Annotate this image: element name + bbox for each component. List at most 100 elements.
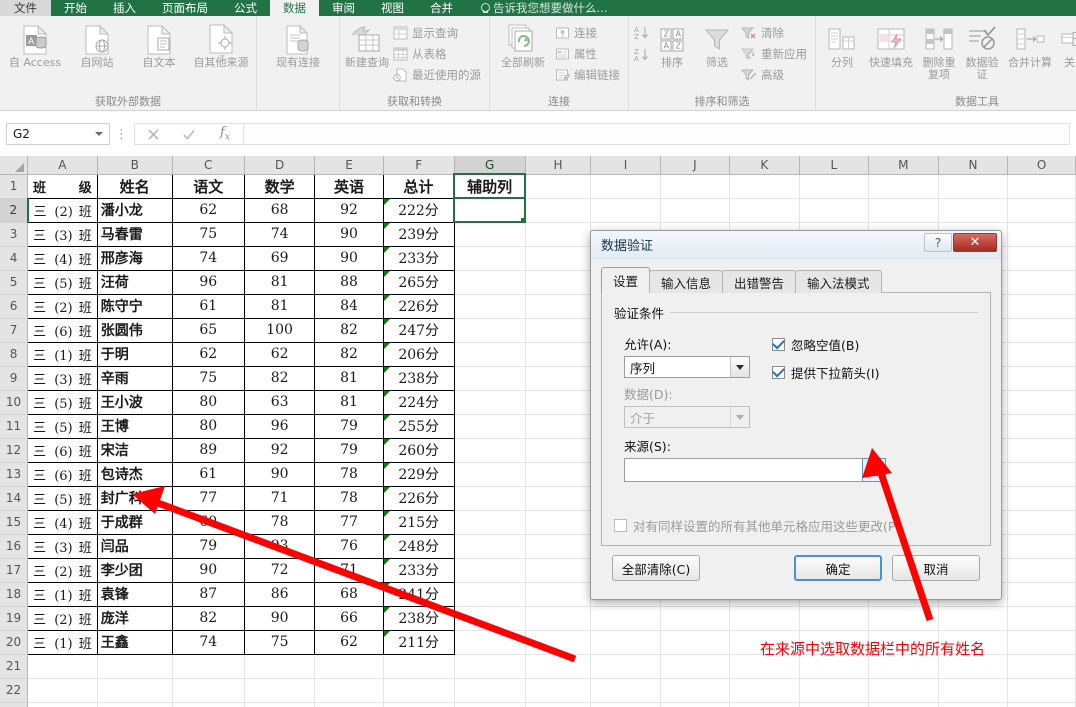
cell-A7[interactable]: 三 (6) 班 bbox=[27, 317, 98, 343]
cell-D6[interactable]: 81 bbox=[243, 293, 316, 319]
cell-I19[interactable] bbox=[590, 606, 661, 631]
cell-B2[interactable]: 潘小龙 bbox=[96, 197, 173, 223]
cell-E15[interactable]: 77 bbox=[314, 509, 384, 535]
cell-B16[interactable]: 闫品 bbox=[96, 533, 173, 559]
cell-C8[interactable]: 62 bbox=[171, 341, 245, 367]
help-button[interactable]: ? bbox=[924, 233, 952, 252]
cell-D8[interactable]: 62 bbox=[243, 341, 316, 367]
column-header-K[interactable]: K bbox=[729, 156, 800, 175]
cell-J20[interactable] bbox=[660, 630, 731, 655]
cell-A19[interactable]: 三 (2) 班 bbox=[27, 605, 98, 631]
cell-E6[interactable]: 84 bbox=[314, 293, 384, 319]
cell-E18[interactable]: 68 bbox=[314, 581, 384, 607]
cell-F5[interactable]: 265分 bbox=[382, 269, 455, 295]
column-header-O[interactable]: O bbox=[1007, 156, 1076, 175]
cell-F18[interactable]: 241分 bbox=[382, 581, 455, 607]
row-header-2[interactable]: 2 bbox=[0, 198, 29, 223]
cell-H9[interactable] bbox=[525, 366, 592, 391]
ribbon-tab-formulas[interactable]: 公式 bbox=[221, 0, 270, 16]
column-header-N[interactable]: N bbox=[938, 156, 1009, 175]
cell-E14[interactable]: 78 bbox=[314, 485, 384, 511]
cell-G2[interactable] bbox=[453, 197, 527, 223]
row-header-13[interactable]: 13 bbox=[0, 462, 29, 487]
cell-O2[interactable] bbox=[1007, 198, 1076, 223]
cell-M22[interactable] bbox=[868, 678, 939, 703]
cell-G1[interactable]: 辅助列 bbox=[453, 173, 527, 199]
cell-D22[interactable] bbox=[244, 678, 316, 703]
cell-D11[interactable]: 96 bbox=[243, 413, 316, 439]
ribbon-button-clear-filter[interactable]: 清除 bbox=[739, 24, 811, 42]
cell-E23[interactable] bbox=[314, 702, 384, 707]
cell-A17[interactable]: 三 (2) 班 bbox=[27, 557, 98, 583]
cell-B18[interactable]: 袁锋 bbox=[96, 581, 173, 607]
cell-B17[interactable]: 李少团 bbox=[96, 557, 173, 583]
ignore-blank-checkbox[interactable]: 忽略空值(B) bbox=[772, 335, 879, 354]
allow-select[interactable]: 序列 bbox=[624, 356, 750, 378]
cell-F11[interactable]: 255分 bbox=[382, 413, 455, 439]
cell-C2[interactable]: 62 bbox=[171, 197, 245, 223]
cell-E7[interactable]: 82 bbox=[314, 317, 384, 343]
ribbon-button-sort-az[interactable]: AZ bbox=[633, 25, 649, 41]
cell-A15[interactable]: 三 (4) 班 bbox=[27, 509, 98, 535]
cell-D3[interactable]: 74 bbox=[243, 221, 316, 247]
column-header-H[interactable]: H bbox=[525, 156, 592, 175]
ribbon-tab-home[interactable]: 开始 bbox=[51, 0, 100, 16]
cell-C9[interactable]: 75 bbox=[171, 365, 245, 391]
ribbon-button-properties[interactable]: 属性 bbox=[552, 45, 624, 63]
ribbon-button-connections[interactable]: 连接 bbox=[552, 24, 624, 42]
cell-E5[interactable]: 88 bbox=[314, 269, 384, 295]
cell-F22[interactable] bbox=[383, 678, 455, 703]
cell-C19[interactable]: 82 bbox=[171, 605, 245, 631]
cell-F17[interactable]: 233分 bbox=[382, 557, 455, 583]
row-header-23[interactable]: 23 bbox=[0, 702, 29, 707]
ribbon-button-from-text[interactable]: 自文本 bbox=[128, 19, 190, 69]
cell-A10[interactable]: 三 (5) 班 bbox=[27, 389, 98, 415]
tab-settings[interactable]: 设置 bbox=[601, 267, 651, 293]
cell-H3[interactable] bbox=[525, 222, 592, 247]
cell-L1[interactable] bbox=[799, 174, 870, 199]
row-header-17[interactable]: 17 bbox=[0, 558, 29, 583]
cell-H5[interactable] bbox=[525, 270, 592, 295]
cell-C18[interactable]: 87 bbox=[171, 581, 245, 607]
cell-C17[interactable]: 90 bbox=[171, 557, 245, 583]
row-header-8[interactable]: 8 bbox=[0, 342, 29, 367]
cell-F7[interactable]: 247分 bbox=[382, 317, 455, 343]
row-header-16[interactable]: 16 bbox=[0, 534, 29, 559]
tab-error-alert[interactable]: 出错警告 bbox=[722, 270, 797, 293]
cell-F9[interactable]: 238分 bbox=[382, 365, 455, 391]
close-icon[interactable]: ✕ bbox=[953, 233, 997, 252]
row-header-12[interactable]: 12 bbox=[0, 438, 29, 463]
cell-H6[interactable] bbox=[525, 294, 592, 319]
ribbon-button-remove-duplicates[interactable]: 删除重复项 bbox=[918, 19, 960, 81]
ribbon-tab-file[interactable]: 文件 bbox=[0, 0, 51, 16]
cell-A14[interactable]: 三 (5) 班 bbox=[27, 485, 98, 511]
cell-D14[interactable]: 71 bbox=[243, 485, 316, 511]
row-header-14[interactable]: 14 bbox=[0, 486, 29, 511]
cell-E20[interactable]: 62 bbox=[314, 629, 384, 655]
cell-C5[interactable]: 96 bbox=[171, 269, 245, 295]
cell-E2[interactable]: 92 bbox=[314, 197, 384, 223]
cell-H20[interactable] bbox=[525, 630, 592, 655]
cell-A3[interactable]: 三 (3) 班 bbox=[27, 221, 98, 247]
cell-F23[interactable] bbox=[383, 702, 455, 707]
cell-A20[interactable]: 三 (1) 班 bbox=[27, 629, 98, 655]
cell-A22[interactable] bbox=[27, 678, 98, 703]
cell-O19[interactable] bbox=[1007, 606, 1076, 631]
cell-F13[interactable]: 229分 bbox=[382, 461, 455, 487]
clear-all-button[interactable]: 全部清除(C) bbox=[612, 555, 700, 581]
cell-L2[interactable] bbox=[799, 198, 870, 223]
cell-O1[interactable] bbox=[1007, 174, 1076, 199]
cell-H16[interactable] bbox=[525, 534, 592, 559]
cell-H4[interactable] bbox=[525, 246, 592, 271]
cell-F8[interactable]: 206分 bbox=[382, 341, 455, 367]
cell-B19[interactable]: 庞洋 bbox=[96, 605, 173, 631]
ribbon-button-filter[interactable]: 筛选 bbox=[695, 19, 739, 69]
cell-B21[interactable] bbox=[97, 654, 173, 679]
row-header-4[interactable]: 4 bbox=[0, 246, 29, 271]
cell-F1[interactable]: 总计 bbox=[382, 173, 455, 199]
cell-E10[interactable]: 81 bbox=[314, 389, 384, 415]
cell-O9[interactable] bbox=[1007, 366, 1076, 391]
row-header-18[interactable]: 18 bbox=[0, 582, 29, 607]
row-header-7[interactable]: 7 bbox=[0, 318, 29, 343]
confirm-check-icon[interactable] bbox=[171, 124, 207, 144]
